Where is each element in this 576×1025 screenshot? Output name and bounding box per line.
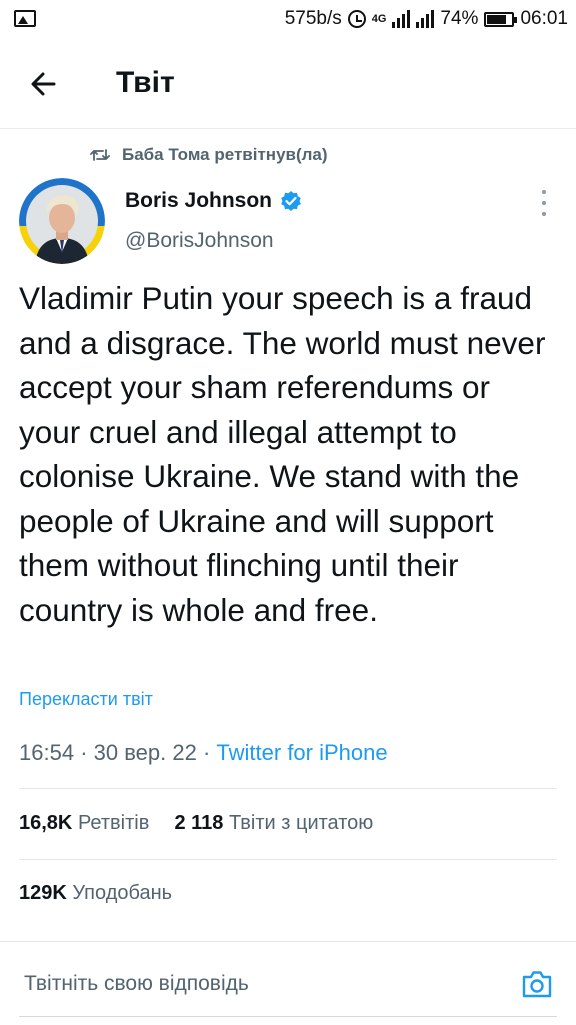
author-handle[interactable]: @BorisJohnson — [125, 229, 274, 253]
bottom-divider — [19, 1016, 557, 1017]
status-indicators: 575b/s 4G 74% 06:01 — [285, 6, 568, 32]
camera-icon — [522, 971, 552, 998]
engagement-stats: 16,8K Ретвітів 2 118 Твіти з цитатою — [19, 812, 373, 835]
signal-2-icon — [416, 10, 435, 28]
retweets-stat[interactable]: 16,8K Ретвітів — [19, 812, 155, 834]
dot-icon — [542, 212, 546, 216]
retweets-label: Ретвітів — [77, 812, 150, 834]
back-button[interactable] — [24, 64, 68, 104]
alarm-icon — [347, 10, 366, 28]
tweet-meta: 16:54 · 30 вер. 22 · Twitter for iPhone — [19, 740, 388, 766]
quotes-stat[interactable]: 2 118 Твіти з цитатою — [174, 812, 373, 834]
author-name-row[interactable]: Boris Johnson — [125, 189, 302, 213]
dot-icon — [542, 201, 546, 205]
status-bar: 575b/s 4G 74% 06:01 — [0, 0, 576, 38]
divider — [19, 859, 557, 860]
quotes-count: 2 118 — [174, 812, 224, 834]
retweeted-by-label: Баба Тома ретвітнув(ла) — [122, 145, 328, 164]
clock: 06:01 — [520, 8, 568, 29]
page-title: Твіт — [116, 66, 175, 99]
reply-composer: Твітніть свою відповідь — [0, 941, 576, 1025]
network-type: 4G — [371, 13, 387, 25]
more-options-button[interactable] — [534, 190, 554, 216]
tweet-source-link[interactable]: Twitter for iPhone — [216, 740, 387, 765]
divider — [19, 788, 557, 789]
retweet-icon — [90, 149, 110, 161]
network-speed: 575b/s — [284, 8, 342, 29]
likes-label: Уподобань — [72, 882, 173, 904]
meta-separator: · — [80, 740, 94, 765]
signal-icon — [392, 10, 411, 28]
image-notification-icon — [14, 10, 36, 27]
likes-count: 129K — [19, 882, 67, 904]
battery-icon — [484, 11, 518, 27]
retweets-count: 16,8K — [19, 812, 73, 834]
quotes-label: Твіти з цитатою — [228, 812, 374, 834]
battery-percent: 74% — [440, 8, 479, 29]
translate-tweet-link[interactable]: Перекласти твіт — [19, 689, 153, 710]
retweet-context[interactable]: Баба Тома ретвітнув(ла) — [90, 145, 328, 165]
dot-icon — [542, 190, 546, 194]
arrow-left-icon — [31, 72, 56, 96]
tweet-time: 16:54 — [19, 740, 75, 765]
likes-stat[interactable]: 129K Уподобань — [19, 882, 172, 905]
author-name: Boris Johnson — [125, 189, 273, 212]
tweet-text: Vladimir Putin your speech is a fraud an… — [19, 280, 546, 628]
reply-input[interactable]: Твітніть свою відповідь — [24, 972, 249, 996]
verified-badge-icon — [281, 191, 301, 211]
camera-button[interactable] — [520, 968, 554, 1000]
profile-photo-icon — [19, 178, 105, 264]
top-bar: Твіт — [0, 38, 576, 129]
avatar[interactable] — [19, 178, 105, 264]
meta-separator: · — [202, 740, 217, 765]
tweet-date: 30 вер. 22 — [93, 740, 197, 765]
